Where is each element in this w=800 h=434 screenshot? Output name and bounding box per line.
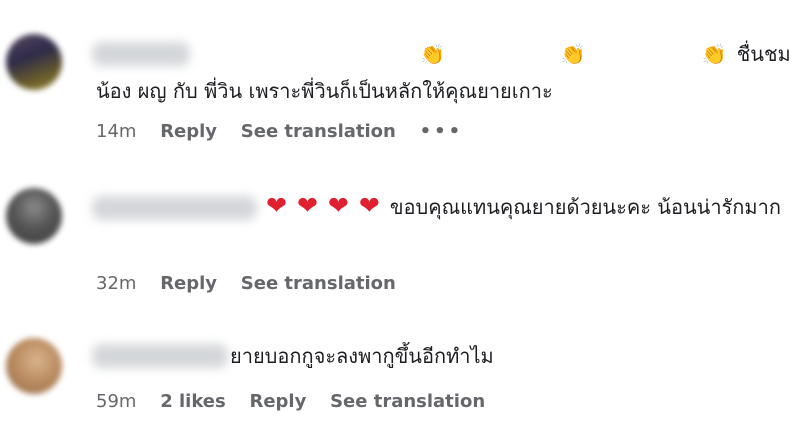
comment-body: ยายบอกกูจะลงพากูขึ้นอีกทำไม <box>230 344 494 368</box>
comment-meta: 59m 2 likes Reply See translation <box>96 391 503 412</box>
comment-item: ยายบอกกูจะลงพากูขึ้นอีกทำไม 59m 2 likes … <box>0 0 800 434</box>
timestamp[interactable]: 59m <box>96 391 136 412</box>
comments-page: { "comments": [ { "emojis": ["👏","👏","👏"… <box>0 0 800 434</box>
see-translation-link[interactable]: See translation <box>330 391 485 412</box>
likes-count[interactable]: 2 likes <box>160 391 226 412</box>
comment-text: ยายบอกกูจะลงพากูขึ้นอีกทำไม <box>96 338 796 375</box>
reply-button[interactable]: Reply <box>249 391 306 412</box>
avatar[interactable] <box>6 338 62 394</box>
